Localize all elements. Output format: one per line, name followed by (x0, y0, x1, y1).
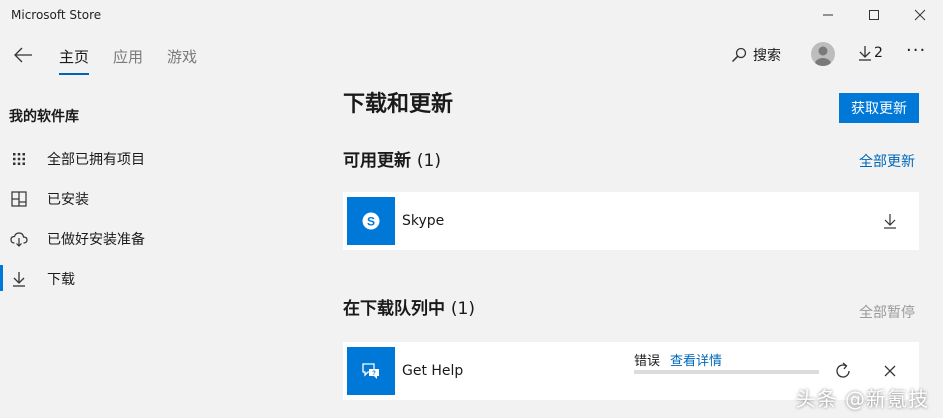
list-item[interactable]: S Skype (343, 192, 919, 250)
search-icon (731, 47, 747, 63)
search-button[interactable]: 搜索 (731, 45, 781, 65)
sidebar-item-ready-to-install[interactable]: 已做好安装准备 (0, 219, 300, 259)
update-all-link[interactable]: 全部更新 (859, 151, 915, 171)
cloud-download-icon (10, 230, 28, 248)
app-title: Microsoft Store (11, 8, 102, 22)
skype-icon: S (362, 212, 380, 230)
more-button[interactable]: ··· (906, 40, 926, 61)
sidebar-item-label: 已做好安装准备 (47, 232, 145, 248)
user-icon (815, 46, 831, 66)
minimize-button[interactable] (805, 0, 851, 30)
app-tile: ? (347, 347, 395, 395)
download-update-button[interactable] (881, 212, 899, 230)
retry-button[interactable] (832, 360, 854, 382)
downloads-button[interactable]: 2 (858, 45, 883, 61)
installed-icon (10, 190, 28, 208)
back-arrow-icon (14, 47, 32, 63)
app-tile: S (347, 197, 395, 245)
get-help-icon: ? (362, 363, 379, 379)
app-name: Skype (402, 213, 445, 229)
queue-count: (1) (450, 299, 476, 319)
sidebar-item-downloads[interactable]: 下载 (0, 259, 300, 299)
tab-home[interactable]: 主页 (59, 46, 89, 67)
maximize-icon (869, 10, 879, 20)
close-icon (914, 9, 926, 21)
maximize-button[interactable] (851, 0, 897, 30)
download-icon (884, 214, 896, 229)
minimize-icon (823, 14, 833, 16)
sidebar-item-all-owned[interactable]: 全部已拥有项目 (0, 139, 300, 179)
svg-text:?: ? (372, 371, 376, 377)
page-title: 下载和更新 (343, 92, 454, 117)
back-button[interactable] (10, 42, 36, 68)
library-title: 我的软件库 (9, 109, 79, 125)
download-icon (10, 270, 28, 288)
sidebar-item-label: 下载 (47, 272, 75, 288)
progress-bar (634, 370, 819, 374)
updates-count: (1) (416, 151, 442, 171)
get-updates-button[interactable]: 获取更新 (839, 93, 919, 123)
status-text: 错误 (634, 354, 661, 369)
updates-section-title: 可用更新 (1) (343, 146, 441, 171)
sidebar-item-label: 已安装 (47, 192, 89, 208)
avatar[interactable] (811, 42, 835, 66)
more-icon: ··· (906, 40, 927, 61)
download-icon (859, 46, 871, 61)
watermark: 头条 @新氪技 (795, 387, 929, 411)
queue-title: 在下载队列中 (343, 299, 445, 319)
close-icon (884, 365, 896, 377)
tab-games[interactable]: 游戏 (167, 46, 197, 67)
search-label: 搜索 (753, 48, 781, 64)
active-tab-indicator (59, 73, 89, 75)
app-name: Get Help (402, 363, 464, 379)
updates-title: 可用更新 (343, 151, 411, 171)
svg-text:S: S (367, 215, 375, 229)
refresh-icon (836, 362, 850, 378)
pause-all-link[interactable]: 全部暂停 (859, 302, 915, 322)
view-details-link[interactable]: 查看详情 (670, 350, 722, 369)
sidebar-item-label: 全部已拥有项目 (47, 152, 145, 168)
downloads-count: 2 (874, 45, 883, 61)
queue-section-title: 在下载队列中 (1) (343, 294, 475, 319)
tab-apps[interactable]: 应用 (113, 46, 143, 67)
sidebar-item-installed[interactable]: 已安装 (0, 179, 300, 219)
grid-icon (10, 150, 28, 168)
close-button[interactable] (897, 0, 943, 30)
cancel-download-button[interactable] (881, 362, 899, 380)
